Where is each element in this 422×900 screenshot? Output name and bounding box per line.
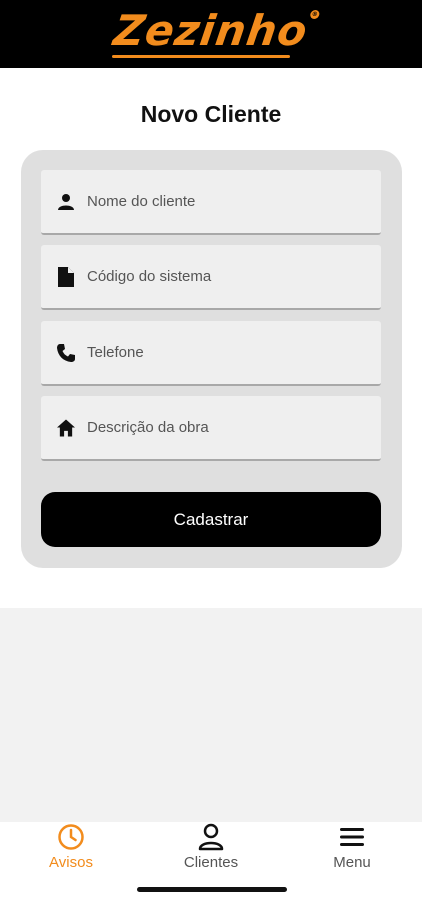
home-indicator [137,887,287,892]
system-code-placeholder: Código do sistema [87,268,212,285]
user-icon [198,822,224,852]
clock-icon [57,822,85,852]
system-code-field[interactable]: Código do sistema [41,245,381,310]
phone-placeholder: Telefone [87,344,144,361]
app-screen: Zezinho ® Novo Cliente Nome do cliente C… [0,0,422,900]
tab-avisos-label: Avisos [49,854,93,871]
brand-logo: Zezinho ® [111,6,321,55]
hamburger-icon [339,822,365,852]
tab-clientes-label: Clientes [183,854,239,871]
work-description-placeholder: Descrição da obra [87,419,209,436]
top-bar: Zezinho ® [0,0,422,68]
phone-icon [57,343,75,363]
client-name-placeholder: Nome do cliente [87,193,196,210]
logo-text: Zezinho [110,6,312,55]
tab-avisos[interactable]: Avisos [1,822,141,878]
client-name-field[interactable]: Nome do cliente [41,170,381,235]
tab-clientes[interactable]: Clientes [141,822,281,878]
registered-mark: ® [310,10,321,19]
document-icon [57,266,75,287]
person-icon [57,192,75,212]
page-title: Novo Cliente [140,101,282,127]
logo-underline [112,55,290,58]
tab-menu-label: Menu [333,854,371,871]
new-client-form: Nome do cliente Código do sistema Telefo… [21,150,402,568]
empty-content-area [0,608,422,822]
register-button[interactable]: Cadastrar [41,492,381,547]
home-icon [57,418,75,438]
phone-field[interactable]: Telefone [41,321,381,386]
work-description-field[interactable]: Descrição da obra [41,396,381,461]
tab-menu[interactable]: Menu [282,822,422,878]
